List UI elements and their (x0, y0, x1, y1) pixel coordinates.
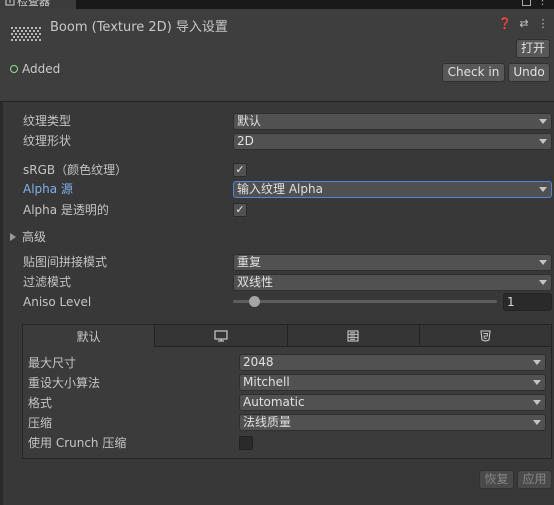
format-label: 格式 (28, 396, 53, 410)
tab-standalone[interactable] (155, 325, 288, 347)
preset-icon[interactable]: ⇄ (517, 17, 531, 30)
crunch-label: 使用 Crunch 压缩 (28, 436, 127, 450)
vcs-status: Added (10, 62, 60, 76)
inspector-header: Boom (Texture 2D) 导入设置 ❓ ⇄ ⋮ 打开 Added Ch… (0, 9, 554, 102)
wrap-mode-dropdown[interactable]: 重复 (233, 254, 552, 271)
check-in-button[interactable]: Check in (442, 63, 505, 82)
filter-mode-value: 双线性 (237, 275, 274, 289)
chevron-down-icon (539, 119, 547, 124)
tab-default[interactable]: 默认 (23, 325, 156, 347)
srgb-label: sRGB（颜色纹理） (23, 163, 128, 177)
format-dropdown[interactable]: Automatic (239, 394, 546, 411)
chevron-down-icon (539, 139, 547, 144)
html5-icon (480, 329, 491, 342)
chevron-down-icon (533, 360, 541, 365)
texture-shape-value: 2D (237, 134, 254, 148)
texture-type-value: 默认 (237, 114, 262, 128)
texture-shape-label: 纹理形状 (23, 134, 72, 148)
alpha-source-dropdown[interactable]: 输入纹理 Alpha (233, 181, 552, 198)
max-size-dropdown[interactable]: 2048 (239, 354, 546, 371)
info-icon (5, 0, 15, 6)
tab-webgl[interactable] (419, 325, 551, 347)
aniso-level-field[interactable]: 1 (503, 293, 552, 311)
aniso-slider-track[interactable] (233, 300, 497, 303)
platform-tabs: 默认 (23, 325, 551, 347)
filter-mode-label: 过滤模式 (23, 275, 72, 289)
revert-button[interactable]: 恢复 (479, 470, 514, 489)
inspector-tab[interactable]: 检查器 (0, 0, 76, 9)
chevron-right-icon (10, 233, 16, 241)
texture-shape-dropdown[interactable]: 2D (233, 133, 552, 150)
wrap-mode-label: 贴图间拼接模式 (23, 255, 108, 269)
more-icon[interactable]: ⋮ (536, 17, 550, 30)
filter-mode-dropdown[interactable]: 双线性 (233, 274, 552, 291)
advanced-foldout[interactable]: 高级 (10, 229, 46, 245)
tab-title: 检查器 (17, 0, 50, 8)
wrap-mode-value: 重复 (237, 255, 262, 269)
compression-dropdown[interactable]: 法线质量 (239, 414, 546, 431)
alpha-transparency-checkbox[interactable]: ✓ (233, 203, 247, 217)
advanced-label: 高级 (22, 230, 47, 244)
chevron-down-icon (533, 380, 541, 385)
aniso-level-label: Aniso Level (23, 295, 92, 309)
left-gutter (0, 102, 3, 505)
undo-button[interactable]: Undo (508, 63, 550, 82)
open-button[interactable]: 打开 (516, 39, 550, 58)
max-size-value: 2048 (243, 355, 274, 369)
apply-button[interactable]: 应用 (517, 470, 552, 489)
window-tab-bar: 检查器 ⋮ (0, 0, 554, 9)
chevron-down-icon (533, 420, 541, 425)
platform-settings-panel: 默认 最大尺寸 2048 重设大小算法 Mitchell 格式 Automati… (22, 324, 552, 459)
chevron-down-icon (539, 260, 547, 265)
chevron-down-icon (533, 400, 541, 405)
alpha-transparency-label: Alpha 是透明的 (23, 203, 109, 217)
aniso-slider-thumb[interactable] (249, 296, 260, 307)
compression-value: 法线质量 (243, 415, 292, 429)
header-icons: ❓ ⇄ ⋮ (498, 17, 550, 30)
resize-algorithm-value: Mitchell (243, 375, 290, 389)
monitor-icon (214, 329, 228, 342)
resize-algorithm-dropdown[interactable]: Mitchell (239, 374, 546, 391)
resize-algorithm-label: 重设大小算法 (28, 376, 101, 390)
srgb-checkbox[interactable]: ✓ (233, 163, 247, 177)
tab-more-icon[interactable]: ⋮ (537, 0, 548, 7)
chevron-down-icon (539, 280, 547, 285)
texture-type-dropdown[interactable]: 默认 (233, 113, 552, 130)
texture-type-label: 纹理类型 (23, 114, 72, 128)
help-icon[interactable]: ❓ (498, 17, 512, 30)
texture-thumbnail-icon (11, 27, 41, 41)
compression-label: 压缩 (28, 416, 53, 430)
vcs-status-label: Added (22, 62, 61, 76)
tab-server[interactable] (287, 325, 420, 347)
max-size-label: 最大尺寸 (28, 356, 77, 370)
alpha-source-value: 输入纹理 Alpha (237, 182, 323, 196)
format-value: Automatic (243, 395, 305, 409)
added-status-icon (10, 65, 18, 73)
crunch-checkbox[interactable] (239, 436, 253, 450)
chevron-down-icon (539, 187, 547, 192)
alpha-source-label: Alpha 源 (23, 182, 73, 196)
lock-icon[interactable] (522, 0, 531, 6)
asset-title: Boom (Texture 2D) 导入设置 (50, 20, 228, 35)
server-icon (347, 329, 359, 342)
